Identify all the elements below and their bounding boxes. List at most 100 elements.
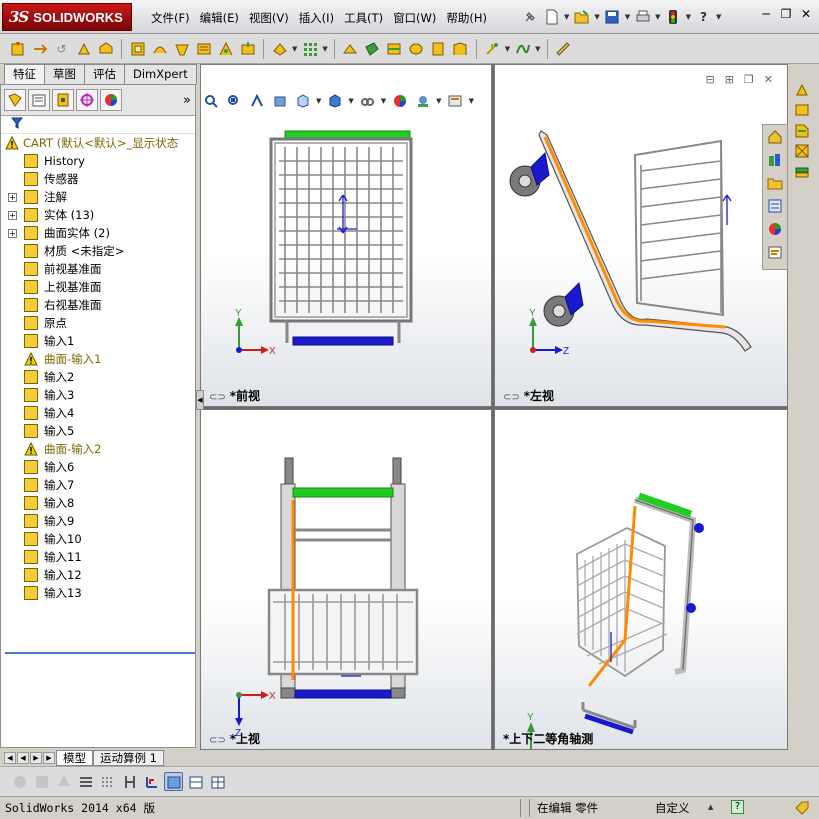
shell-dropdown-icon[interactable]: ▼ — [292, 45, 297, 53]
tree-item[interactable]: 输入13 — [1, 584, 195, 602]
tree-item[interactable]: 输入6 — [1, 458, 195, 476]
tab-sketch[interactable]: 草图 — [44, 64, 85, 84]
open-folder-icon[interactable] — [572, 7, 591, 26]
menu-tools[interactable]: 工具(T) — [339, 9, 388, 27]
help-icon[interactable]: ? — [694, 7, 713, 26]
display-manager-icon[interactable] — [100, 89, 122, 111]
filter-icon[interactable] — [10, 117, 24, 133]
tree-item[interactable]: 输入12 — [1, 566, 195, 584]
tab-evaluate[interactable]: 评估 — [84, 64, 125, 84]
units-dropdown-icon[interactable]: ▲ — [708, 803, 713, 811]
shell-icon[interactable] — [270, 39, 289, 58]
feature-a-icon[interactable] — [74, 39, 93, 58]
view-c-icon[interactable] — [54, 772, 73, 791]
view-d-icon[interactable] — [76, 772, 95, 791]
design-library-icon[interactable] — [764, 149, 786, 171]
menu-file[interactable]: 文件(F) — [146, 9, 195, 27]
solidworks-logo[interactable]: 3S SOLIDWORKS — [2, 3, 132, 31]
feature-c-icon[interactable] — [128, 39, 147, 58]
tree-item[interactable]: 曲面-输入2 — [1, 440, 195, 458]
undo-icon[interactable]: ↺ — [52, 39, 71, 58]
dimxpert-manager-icon[interactable] — [76, 89, 98, 111]
rebuild-traffic-light-icon[interactable] — [664, 7, 683, 26]
surface-f-icon[interactable] — [451, 39, 470, 58]
configuration-manager-icon[interactable] — [52, 89, 74, 111]
feature-e-icon[interactable] — [172, 39, 191, 58]
viewport-front[interactable]: ▼ ▼ ▼ ▼ ▼ Y X ⊂⊃ *前视 — [200, 64, 492, 407]
print-dropdown-icon[interactable]: ▼ — [655, 13, 660, 21]
reference-geometry-icon[interactable] — [483, 39, 502, 58]
tab-model[interactable]: 模型 — [56, 750, 93, 766]
tree-item[interactable]: 输入3 — [1, 386, 195, 404]
new-document-icon[interactable] — [542, 7, 561, 26]
feature-d-icon[interactable] — [150, 39, 169, 58]
viewport-left[interactable]: ⊟ ⊞ ❐ ✕ Y Z ⊂⊃ *左视 — [494, 64, 788, 407]
status-tag-icon[interactable] — [794, 800, 810, 819]
viewport-isometric[interactable]: Y X *上下二等角轴测 — [494, 409, 788, 750]
tree-item[interactable]: + 曲面实体 (2) — [1, 224, 195, 242]
menu-view[interactable]: 视图(V) — [244, 9, 294, 27]
dock-e-icon[interactable] — [792, 162, 811, 181]
file-explorer-icon[interactable] — [764, 172, 786, 194]
more-tabs-icon[interactable]: » — [183, 93, 191, 108]
tab-motion-study[interactable]: 运动算例 1 — [93, 750, 164, 766]
tree-item[interactable]: 输入4 — [1, 404, 195, 422]
tree-item[interactable]: 右视基准面 — [1, 296, 195, 314]
tree-item[interactable]: History — [1, 152, 195, 170]
dock-a-icon[interactable] — [792, 80, 811, 99]
tree-item[interactable]: + 注解 — [1, 188, 195, 206]
menu-edit[interactable]: 编辑(E) — [195, 9, 244, 27]
tree-item[interactable]: 输入11 — [1, 548, 195, 566]
two-view-icon[interactable] — [186, 772, 205, 791]
four-view-icon[interactable] — [208, 772, 227, 791]
tree-item[interactable]: 材质 <未指定> — [1, 242, 195, 260]
link-views-icon[interactable]: ⊂⊃ — [209, 392, 226, 403]
single-view-icon[interactable] — [164, 772, 183, 791]
prev-tab-icon[interactable]: ◀ — [17, 752, 29, 764]
panel-collapse-handle[interactable]: ◀ — [196, 390, 204, 410]
status-units[interactable]: 自定义 — [655, 800, 690, 816]
view-a-icon[interactable] — [10, 772, 29, 791]
surface-d-icon[interactable] — [407, 39, 426, 58]
last-tab-icon[interactable]: ▶ — [43, 752, 55, 764]
import-feature-icon[interactable] — [8, 39, 27, 58]
minimize-icon[interactable]: ─ — [759, 8, 773, 22]
view-f-icon[interactable] — [120, 772, 139, 791]
reference-dropdown-icon[interactable]: ▼ — [505, 45, 510, 53]
graphics-area[interactable]: ▼ ▼ ▼ ▼ ▼ Y X ⊂⊃ *前视 ⊟ ⊞ ❐ ✕ Y Z ⊂⊃ *左视 … — [196, 64, 788, 750]
surface-c-icon[interactable] — [385, 39, 404, 58]
view-palette-icon[interactable] — [764, 195, 786, 217]
tree-item[interactable]: 传感器 — [1, 170, 195, 188]
dock-c-icon[interactable] — [792, 121, 811, 140]
axis-view-icon[interactable] — [142, 772, 161, 791]
resources-home-icon[interactable] — [764, 126, 786, 148]
tree-item[interactable]: + 实体 (13) — [1, 206, 195, 224]
feature-manager-icon[interactable] — [4, 89, 26, 111]
expand-icon[interactable]: + — [8, 211, 17, 220]
tree-item[interactable]: 输入2 — [1, 368, 195, 386]
next-tab-icon[interactable]: ▶ — [30, 752, 42, 764]
tree-item[interactable]: 前视基准面 — [1, 260, 195, 278]
feature-g-icon[interactable] — [216, 39, 235, 58]
move-face-icon[interactable] — [30, 39, 49, 58]
status-help-button[interactable]: ? — [731, 800, 744, 814]
print-icon[interactable] — [633, 7, 652, 26]
pattern-dropdown-icon[interactable]: ▼ — [322, 45, 327, 53]
tree-item[interactable]: 输入5 — [1, 422, 195, 440]
instant3d-icon[interactable] — [554, 39, 573, 58]
pattern-icon[interactable] — [300, 39, 319, 58]
tree-item[interactable]: 输入8 — [1, 494, 195, 512]
tree-item[interactable]: 上视基准面 — [1, 278, 195, 296]
link-views-icon[interactable]: ⊂⊃ — [503, 392, 520, 403]
tree-item[interactable]: 原点 — [1, 314, 195, 332]
tree-item[interactable]: 输入10 — [1, 530, 195, 548]
rebuild-dropdown-icon[interactable]: ▼ — [686, 13, 691, 21]
tree-item[interactable]: 输入1 — [1, 332, 195, 350]
tree-item[interactable]: CART (默认<默认>_显示状态 — [1, 134, 195, 152]
curves-icon[interactable] — [513, 39, 532, 58]
custom-properties-icon[interactable] — [764, 241, 786, 263]
property-manager-icon[interactable] — [28, 89, 50, 111]
view-b-icon[interactable] — [32, 772, 51, 791]
tree-item[interactable]: 输入7 — [1, 476, 195, 494]
expand-icon[interactable]: + — [8, 193, 17, 202]
